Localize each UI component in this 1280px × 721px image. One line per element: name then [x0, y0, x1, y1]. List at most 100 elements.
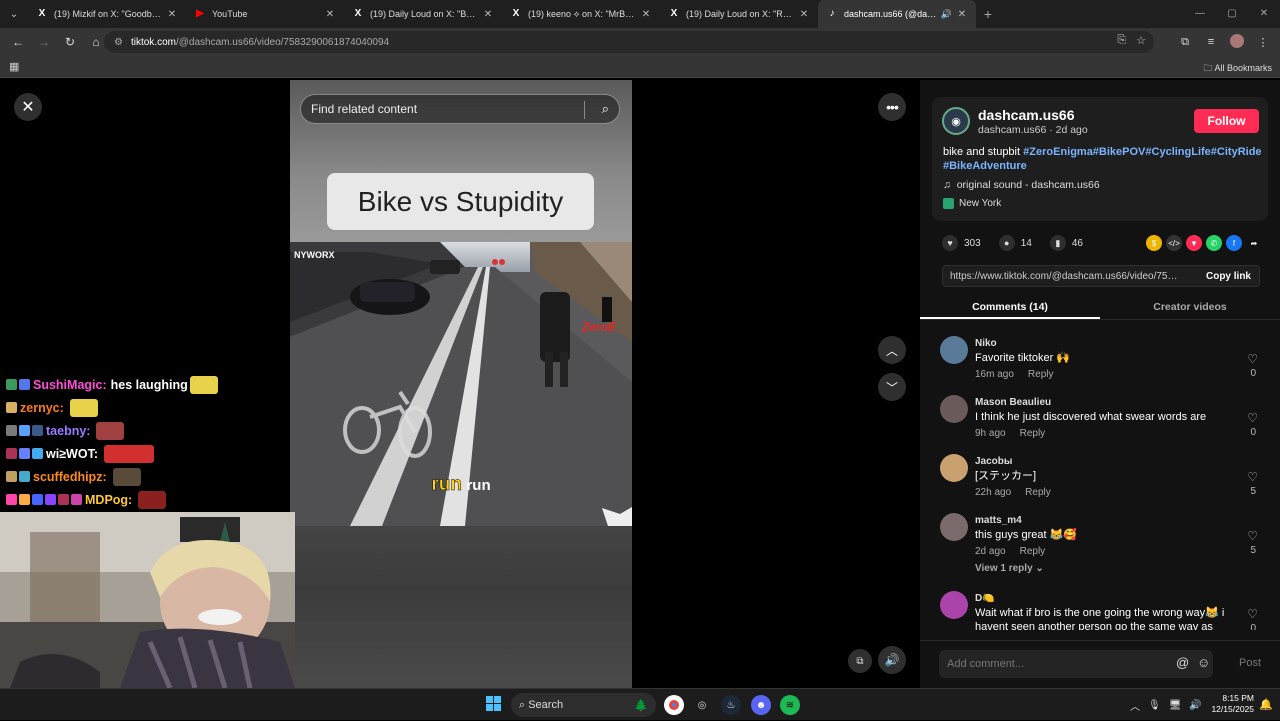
like-button[interactable]: ♥ 303	[942, 235, 981, 251]
mention-icon[interactable]: @	[1176, 655, 1189, 670]
all-bookmarks-button[interactable]: 🗀 All Bookmarks	[1203, 61, 1272, 77]
comment-like-icon[interactable]: ♡	[1247, 529, 1258, 543]
browser-tab[interactable]: X (19) Mizkif on X: "Goodbye Twi ✕	[28, 0, 186, 28]
tab-comments[interactable]: Comments (14)	[920, 296, 1100, 319]
commenter-avatar[interactable]	[940, 591, 968, 619]
close-window-button[interactable]: ✕	[1248, 0, 1280, 28]
author-name[interactable]: dashcam.us66	[978, 107, 1075, 123]
commenter-name[interactable]: D🍋	[975, 593, 995, 604]
comment-input[interactable]	[939, 650, 1213, 678]
maximize-button[interactable]: ▢	[1216, 0, 1248, 28]
location-pin-icon	[943, 198, 954, 209]
find-related-search[interactable]: Find related content ⌕	[300, 94, 620, 124]
install-app-icon[interactable]: ⎘	[1117, 34, 1126, 47]
volume-icon[interactable]: 🔊	[878, 646, 906, 674]
network-icon[interactable]: 🖥	[1169, 700, 1182, 711]
commenter-name[interactable]: matts_m4	[975, 515, 1022, 526]
browser-tab[interactable]: ♪ dashcam.us66 (@dashcam 🔊 ✕	[818, 0, 976, 28]
profile-avatar[interactable]	[1226, 33, 1248, 51]
search-icon[interactable]: ⌕	[602, 101, 609, 117]
commenter-avatar[interactable]	[940, 454, 968, 482]
video-player[interactable]: Bike vs Stupidity NYWORX ZeroE run run F…	[290, 80, 632, 688]
tab-creator-videos[interactable]: Creator videos	[1100, 296, 1280, 319]
tab-search-icon[interactable]: ⌄	[0, 0, 28, 28]
tray-chevron-icon[interactable]: ︿	[1130, 698, 1140, 713]
coin-icon[interactable]: $	[1146, 235, 1162, 251]
discord-taskbar-icon[interactable]: ☻	[751, 695, 771, 715]
commenter-avatar[interactable]	[940, 513, 968, 541]
previous-video-button[interactable]: ︿	[878, 336, 906, 364]
reply-button[interactable]: Reply	[1025, 487, 1051, 498]
forward-button[interactable]: →	[32, 30, 56, 54]
chrome-taskbar-icon[interactable]	[664, 695, 684, 715]
sound-row[interactable]: ♫ original sound - dashcam.us66	[943, 179, 1100, 191]
chat-message: SushiMagic: hes laughing	[6, 373, 290, 396]
reload-button[interactable]: ↻	[58, 30, 82, 54]
tab-close-icon[interactable]: ✕	[482, 9, 494, 20]
speaker-icon[interactable]: 🔊	[1189, 700, 1201, 711]
emoji-icon[interactable]: ☺	[1197, 655, 1210, 670]
comment-like-icon[interactable]: ♡	[1247, 470, 1258, 484]
tab-close-icon[interactable]: ✕	[798, 9, 810, 20]
comment-like-icon[interactable]: ♡	[1247, 352, 1258, 366]
location-row[interactable]: New York	[943, 198, 1001, 209]
tab-close-icon[interactable]: ✕	[956, 9, 968, 20]
browser-tab[interactable]: X (19) keeno ⟡ on X: "MrBeast ca ✕	[502, 0, 660, 28]
site-info-icon[interactable]: ⚙	[114, 37, 123, 48]
audio-playing-icon[interactable]: 🔊	[941, 9, 952, 20]
comment-button[interactable]: ● 14	[998, 235, 1032, 251]
notification-bell-icon[interactable]: 🔔	[1259, 698, 1273, 711]
video-overlay-label: ZeroE	[582, 320, 617, 334]
taskbar-clock[interactable]: 8:15 PM 12/15/2025	[1210, 693, 1254, 715]
bookmark-star-icon[interactable]: ☆	[1136, 34, 1146, 47]
taskbar-search[interactable]: ⌕ Search 🌲	[511, 693, 656, 717]
browser-tab[interactable]: X (19) Daily Loud on X: "Bears fan ✕	[344, 0, 502, 28]
next-video-button[interactable]: ﹀	[878, 373, 906, 401]
video-link[interactable]: https://www.tiktok.com/@dashcam.us66/vid…	[943, 271, 1178, 282]
send-icon[interactable]: ▼	[1186, 235, 1202, 251]
chrome-menu-icon[interactable]: ⋮	[1252, 36, 1274, 49]
embed-icon[interactable]: </>	[1166, 235, 1182, 251]
new-tab-button[interactable]: +	[976, 6, 1000, 22]
extensions-icon[interactable]: ⧉	[1174, 36, 1196, 49]
video-title-card: Bike vs Stupidity	[327, 173, 594, 230]
commenter-name[interactable]: Niko	[975, 338, 997, 349]
author-avatar[interactable]: ◉	[942, 107, 970, 135]
tab-close-icon[interactable]: ✕	[324, 9, 336, 20]
reply-button[interactable]: Reply	[1020, 546, 1046, 557]
close-icon[interactable]: ✕	[14, 93, 42, 121]
microphone-icon[interactable]: 🎙	[1148, 700, 1161, 711]
browser-tab[interactable]: ▶ YouTube ✕	[186, 0, 344, 28]
follow-button[interactable]: Follow	[1194, 109, 1259, 133]
more-options-icon[interactable]: •••	[878, 93, 906, 121]
comment-like-icon[interactable]: ♡	[1247, 607, 1258, 621]
commenter-name[interactable]: Jacobы	[975, 456, 1012, 467]
commenter-name[interactable]: Mason Beaulieu	[975, 397, 1051, 408]
chat-username: zernyc:	[20, 400, 64, 415]
steam-taskbar-icon[interactable]: ♨	[721, 695, 741, 715]
view-replies-button[interactable]: View 1 reply ⌄	[975, 563, 1044, 574]
whatsapp-icon[interactable]: ✆	[1206, 235, 1222, 251]
reply-button[interactable]: Reply	[1028, 369, 1054, 380]
share-arrow-icon[interactable]: ➦	[1246, 235, 1262, 251]
copy-link-button[interactable]: Copy link	[1206, 271, 1251, 282]
apps-grid-icon[interactable]: ▦	[9, 60, 19, 73]
back-button[interactable]: ←	[6, 30, 30, 54]
post-comment-button[interactable]: Post	[1239, 657, 1261, 669]
start-button-icon[interactable]	[486, 696, 502, 712]
minimize-button[interactable]: —	[1184, 0, 1216, 28]
facebook-icon[interactable]: f	[1226, 235, 1242, 251]
reply-button[interactable]: Reply	[1020, 428, 1046, 439]
tab-close-icon[interactable]: ✕	[640, 9, 652, 20]
address-bar[interactable]: ⚙ tiktok.com/@dashcam.us66/video/7583290…	[104, 31, 1154, 53]
spotify-taskbar-icon[interactable]: ≋	[780, 695, 800, 715]
commenter-avatar[interactable]	[940, 336, 968, 364]
browser-tab[interactable]: X (19) Daily Loud on X: "Replica c ✕	[660, 0, 818, 28]
comment-like-icon[interactable]: ♡	[1247, 411, 1258, 425]
gpu-app-taskbar-icon[interactable]: ◎	[692, 695, 712, 715]
picture-in-picture-icon[interactable]: ⧉	[848, 649, 872, 673]
commenter-avatar[interactable]	[940, 395, 968, 423]
tab-close-icon[interactable]: ✕	[166, 9, 178, 20]
save-button[interactable]: ▮ 46	[1049, 235, 1083, 251]
reading-list-icon[interactable]: ≡	[1200, 36, 1222, 48]
